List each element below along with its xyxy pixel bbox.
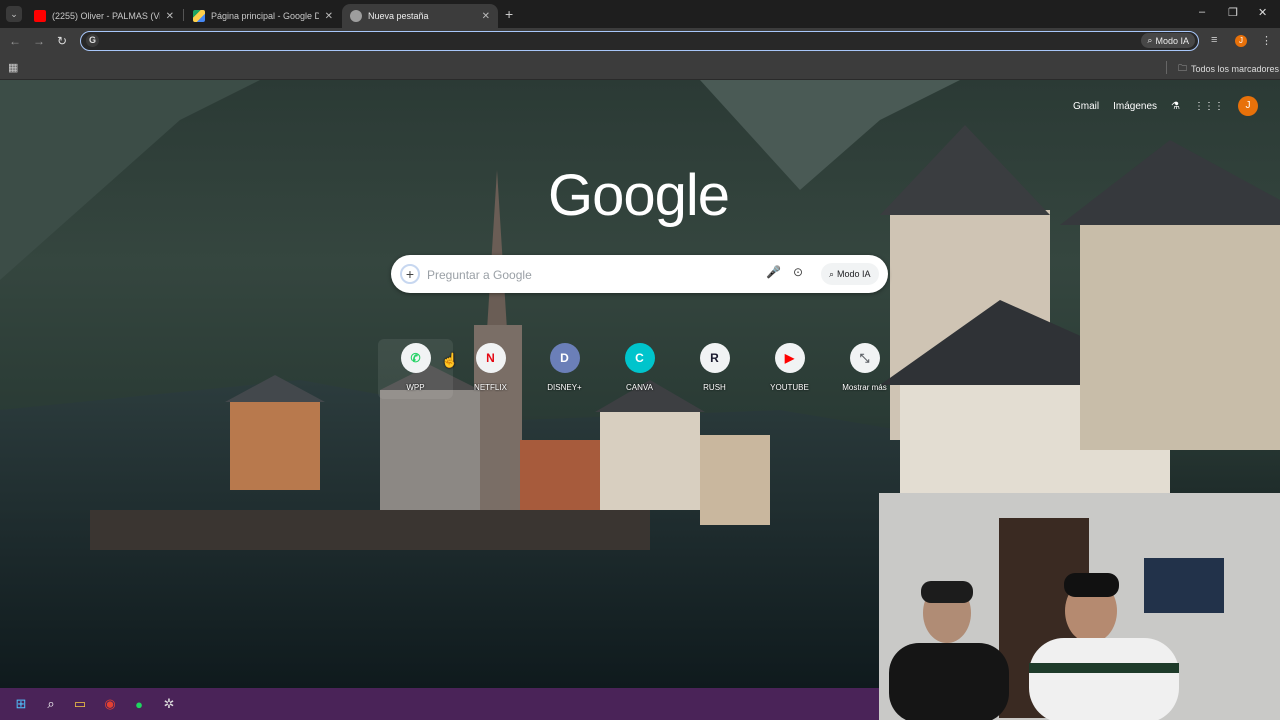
search-input[interactable] — [425, 265, 759, 285]
window-close-button[interactable]: ✕ — [1258, 6, 1267, 19]
shortcut-rush[interactable]: R RUSH — [677, 339, 752, 392]
shortcut-label: DISNEY+ — [547, 383, 582, 392]
google-apps-icon[interactable]: ⋮⋮⋮ — [1194, 101, 1224, 112]
address-bar[interactable]: G ⌕ Modo IA — [80, 31, 1199, 51]
shortcut-wpp[interactable]: ✆ WPP — [378, 339, 453, 399]
shortcut-label: CANVA — [626, 383, 653, 392]
search-icon: ⌕ — [829, 268, 835, 279]
netflix-icon: N — [475, 343, 506, 373]
expand-icon: ⤡ — [849, 343, 880, 373]
media-controls-icon[interactable]: ≡ — [1211, 34, 1217, 46]
windows-taskbar: ⊞ ⌕ ▭ ◉ ● ✲ — [0, 688, 879, 720]
file-explorer-icon[interactable]: ▭ — [71, 695, 89, 713]
browser-toolbar: ← → ↻ G ⌕ Modo IA ≡ J ⋮ — [0, 28, 1280, 55]
shortcut-label: RUSH — [703, 383, 726, 392]
shortcut-label: WPP — [406, 383, 425, 392]
shortcut-netflix[interactable]: N NETFLIX — [453, 339, 528, 392]
google-lens-icon[interactable]: ⊙ — [793, 265, 803, 279]
tab-title: Nueva pestaña — [368, 11, 429, 21]
tab-new-tab[interactable]: Nueva pestaña ✕ — [342, 4, 498, 28]
ai-mode-label: Modo IA — [1155, 35, 1189, 46]
forward-icon[interactable]: → — [33, 34, 45, 48]
search-icon[interactable]: ⌕ — [42, 695, 60, 713]
ai-mode-button[interactable]: ⌕ Modo IA — [1141, 33, 1195, 48]
canva-icon: C — [624, 343, 655, 373]
ai-mode-label: Modo IA — [837, 269, 871, 279]
chrome-icon — [350, 10, 362, 22]
profile-avatar[interactable]: J — [1235, 35, 1247, 47]
shortcuts-grid: ✆ WPP N NETFLIX D DISNEY+ C CANVA R RUSH… — [378, 339, 902, 399]
menu-icon[interactable]: ⋮ — [1261, 34, 1272, 47]
shortcut-disney[interactable]: D DISNEY+ — [527, 339, 602, 392]
whatsapp-icon: ✆ — [400, 343, 431, 373]
gmail-link[interactable]: Gmail — [1073, 101, 1099, 112]
rush-icon: R — [699, 343, 730, 373]
shortcut-youtube[interactable]: ▶ YOUTUBE — [752, 339, 827, 392]
images-link[interactable]: Imágenes — [1113, 101, 1157, 112]
tab-google-drive[interactable]: Página principal - Google Drive ✕ — [185, 4, 341, 28]
tab-search-icon[interactable]: ⌄ — [6, 6, 22, 22]
webcam-image — [879, 493, 1280, 720]
close-icon[interactable]: ✕ — [166, 11, 174, 22]
tab-title: (2255) Oliver - PALMAS (Video — [52, 11, 160, 21]
add-icon[interactable]: + — [400, 264, 420, 284]
mouse-cursor-icon: ☝ — [441, 352, 459, 368]
shortcut-label: Mostrar más — [842, 383, 887, 392]
new-tab-button[interactable]: + — [505, 6, 513, 22]
youtube-icon — [34, 10, 46, 22]
close-icon[interactable]: ✕ — [482, 11, 490, 22]
maximize-button[interactable]: ❐ — [1228, 6, 1238, 19]
webcam-overlay — [879, 493, 1280, 720]
tab-strip: ⌄ (2255) Oliver - PALMAS (Video ✕ Página… — [0, 0, 1280, 28]
microphone-icon[interactable]: 🎤 — [766, 265, 781, 279]
chrome-icon[interactable]: ◉ — [101, 695, 119, 713]
shortcut-label: NETFLIX — [474, 383, 507, 392]
spotify-icon[interactable]: ● — [130, 695, 148, 713]
app-icon[interactable]: ✲ — [160, 695, 178, 713]
windows-start-icon[interactable]: ⊞ — [12, 695, 30, 713]
back-icon[interactable]: ← — [9, 34, 21, 48]
search-icon: ⌕ — [1147, 35, 1153, 45]
account-avatar[interactable]: J — [1238, 96, 1258, 116]
disney-icon: D — [549, 343, 580, 373]
google-logo: Google — [548, 163, 730, 228]
tab-youtube[interactable]: (2255) Oliver - PALMAS (Video ✕ — [26, 4, 182, 28]
close-icon[interactable]: ✕ — [325, 11, 333, 22]
google-drive-icon — [193, 10, 205, 22]
shortcut-show-more[interactable]: ⤡ Mostrar más — [827, 339, 902, 392]
apps-grid-icon[interactable]: ▦ — [8, 61, 18, 74]
minimize-button[interactable]: – — [1199, 6, 1205, 18]
shortcut-canva[interactable]: C CANVA — [602, 339, 677, 392]
bookmarks-bar: ▦ 🗀 Todos los marcadores — [0, 55, 1280, 80]
address-input[interactable] — [105, 33, 1109, 50]
all-bookmarks-label: Todos los marcadores — [1191, 64, 1280, 74]
tab-title: Página principal - Google Drive — [211, 11, 319, 21]
ai-mode-button[interactable]: ⌕ Modo IA — [821, 263, 879, 285]
folder-icon: 🗀 — [1178, 63, 1188, 73]
youtube-icon: ▶ — [774, 343, 805, 373]
all-bookmarks-button[interactable]: 🗀 Todos los marcadores — [1178, 61, 1279, 77]
shortcut-label: YOUTUBE — [770, 383, 809, 392]
ntp-search-box[interactable]: + 🎤 ⊙ ⌕ Modo IA — [391, 255, 888, 293]
labs-icon[interactable]: ⚗ — [1171, 101, 1180, 112]
reload-icon[interactable]: ↻ — [57, 34, 67, 48]
google-icon: G — [86, 34, 99, 47]
top-links: Gmail Imágenes ⚗ ⋮⋮⋮ J — [1073, 96, 1258, 116]
